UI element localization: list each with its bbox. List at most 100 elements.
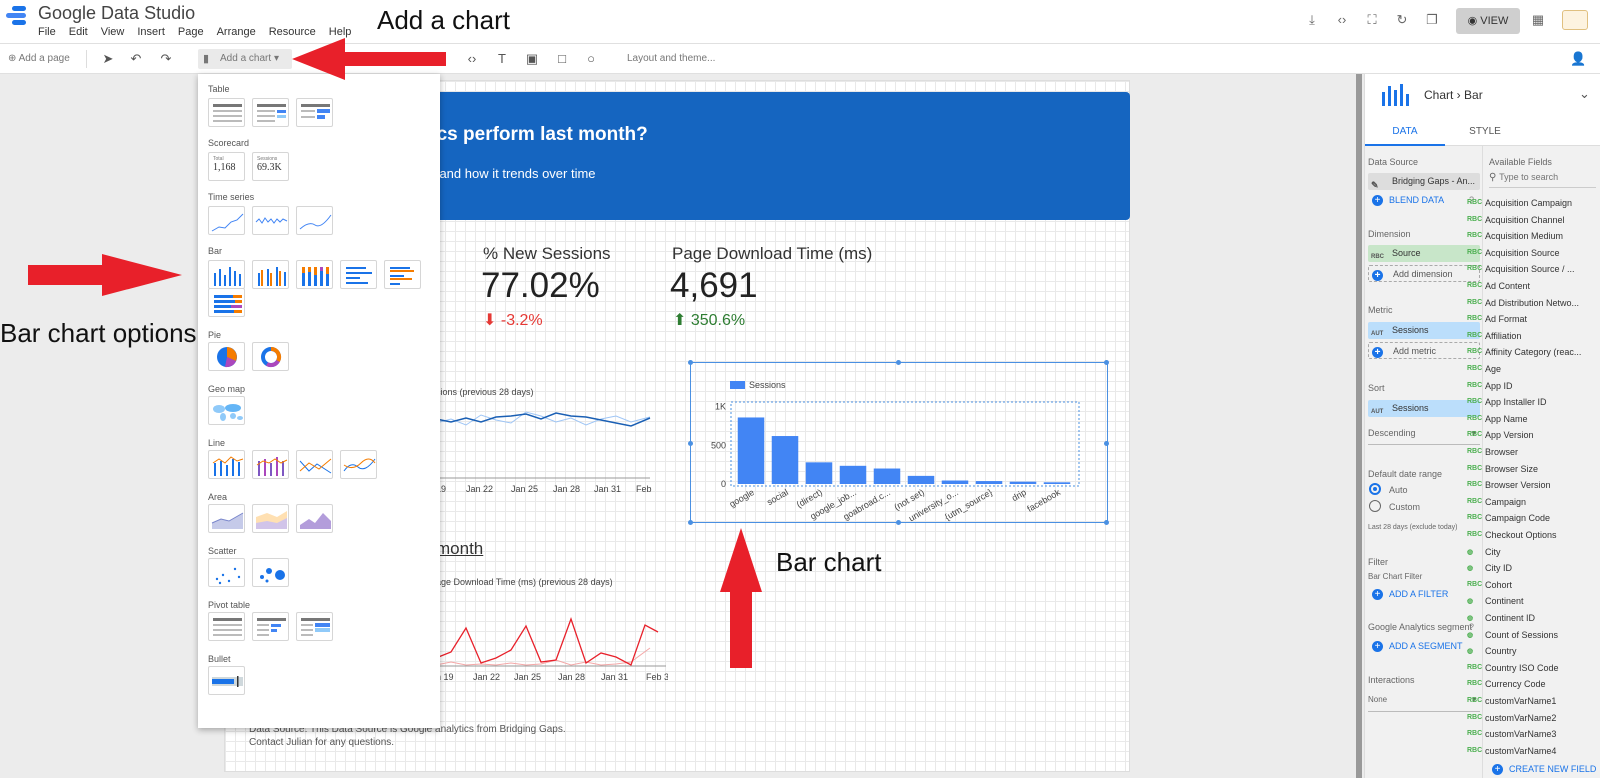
radio-custom[interactable] [1369, 500, 1381, 512]
available-field-item[interactable]: Acquisition Source [1485, 248, 1560, 258]
available-field-item[interactable]: customVarName2 [1485, 713, 1556, 723]
thumb-donut-chart[interactable] [252, 342, 289, 371]
apps-grid-icon[interactable]: ▦ [1530, 12, 1546, 28]
available-field-item[interactable]: Count of Sessions [1485, 630, 1558, 640]
available-field-item[interactable]: customVarName3 [1485, 729, 1556, 739]
menu-edit[interactable]: Edit [69, 26, 88, 38]
thumb-table-bars[interactable] [296, 98, 333, 127]
available-field-item[interactable]: Ad Format [1485, 314, 1527, 324]
thumb-scorecard[interactable]: Sessions 69.3K [252, 152, 289, 181]
data-source-chip[interactable]: ✎ Bridging Gaps - An... [1368, 173, 1480, 190]
radio-auto[interactable] [1369, 483, 1381, 495]
add-filter-button[interactable]: + ADD A FILTER [1372, 589, 1448, 601]
available-field-item[interactable]: customVarName1 [1485, 696, 1556, 706]
refresh-icon[interactable]: ↻ [1394, 12, 1410, 28]
thumb-column-chart[interactable] [208, 260, 245, 289]
available-field-item[interactable]: Campaign [1485, 497, 1526, 507]
available-field-item[interactable]: City ID [1485, 563, 1512, 573]
interactions-select[interactable]: None ▾ [1368, 695, 1480, 712]
available-field-item[interactable]: Ad Distribution Netwo... [1485, 298, 1579, 308]
available-field-item[interactable]: Continent [1485, 596, 1524, 606]
add-page-button[interactable]: ⊕ Add a page [8, 51, 70, 67]
timeseries-sessions-chart[interactable]: 19 Jan 22 Jan 25 Jan 28 Jan 31 Feb 3 [436, 398, 652, 498]
download-icon[interactable]: ⤓ [1304, 12, 1320, 28]
available-field-item[interactable]: Currency Code [1485, 679, 1546, 689]
available-field-item[interactable]: Acquisition Campaign [1485, 198, 1572, 208]
account-avatar[interactable] [1562, 10, 1588, 30]
thumb-table[interactable] [208, 98, 245, 127]
copy-icon[interactable]: ❐ [1424, 12, 1440, 28]
sort-order-select[interactable]: Descending ▾ [1368, 428, 1480, 445]
add-metric-button[interactable]: + Add metric [1368, 342, 1480, 359]
menu-insert[interactable]: Insert [137, 26, 165, 38]
circle-icon[interactable]: ○ [583, 51, 599, 67]
available-field-item[interactable]: App ID [1485, 381, 1513, 391]
thumb-pivot-table-bars[interactable] [252, 612, 289, 641]
thumb-pie-chart[interactable] [208, 342, 245, 371]
available-field-item[interactable]: Continent ID [1485, 613, 1535, 623]
add-chart-button[interactable]: ▮ Add a chart ▾ [198, 49, 292, 69]
bar-chart[interactable]: Sessions 1K5000google social (direct)googl… [690, 362, 1108, 523]
sort-chip[interactable]: AUT Sessions [1368, 400, 1480, 417]
undo-icon[interactable]: ↶ [128, 51, 144, 67]
chevron-down-icon[interactable]: ⌄ [1579, 86, 1590, 102]
available-field-item[interactable]: Affinity Category (reac... [1485, 347, 1581, 357]
canvas-scrollbar[interactable] [1356, 74, 1362, 778]
available-field-item[interactable]: App Version [1485, 430, 1534, 440]
view-button[interactable]: ◉ VIEW [1456, 8, 1520, 34]
field-search-input[interactable] [1499, 172, 1580, 182]
available-field-item[interactable]: City [1485, 547, 1501, 557]
available-field-item[interactable]: Acquisition Medium [1485, 231, 1563, 241]
url-embed-icon[interactable]: ‹› [464, 51, 480, 67]
thumb-stacked-column-chart[interactable] [296, 260, 333, 289]
select-pointer-icon[interactable]: ➤ [100, 51, 116, 67]
available-field-item[interactable]: Country [1485, 646, 1517, 656]
menu-help[interactable]: Help [329, 26, 352, 38]
field-search[interactable]: ⚲ [1489, 172, 1596, 188]
fullscreen-icon[interactable]: ⛶ [1364, 12, 1380, 28]
text-icon[interactable]: T [494, 51, 510, 67]
menu-arrange[interactable]: Arrange [217, 26, 256, 38]
menu-view[interactable]: View [101, 26, 125, 38]
thumb-combo-chart[interactable] [208, 450, 245, 479]
available-field-item[interactable]: Age [1485, 364, 1501, 374]
embed-icon[interactable]: ‹› [1334, 12, 1350, 28]
thumb-stacked-combo-chart[interactable] [252, 450, 289, 479]
tab-data[interactable]: DATA [1365, 118, 1445, 146]
available-field-item[interactable]: Cohort [1485, 580, 1512, 590]
thumb-stacked-area-chart[interactable] [252, 504, 289, 533]
available-field-item[interactable]: Acquisition Channel [1485, 215, 1565, 225]
tab-style[interactable]: STYLE [1445, 118, 1525, 146]
thumb-bar-chart[interactable] [340, 260, 377, 289]
thumb-100-stacked-area-chart[interactable] [296, 504, 333, 533]
available-field-item[interactable]: Campaign Code [1485, 513, 1550, 523]
thumb-grouped-column-chart[interactable] [252, 260, 289, 289]
thumb-stacked-bar-chart[interactable] [208, 288, 245, 317]
thumb-time-series-sparkline[interactable] [252, 206, 289, 235]
thumb-pivot-table[interactable] [208, 612, 245, 641]
redo-icon[interactable]: ↷ [158, 51, 174, 67]
available-field-item[interactable]: Country ISO Code [1485, 663, 1559, 673]
available-field-item[interactable]: App Name [1485, 414, 1528, 424]
thumb-grouped-bar-chart[interactable] [384, 260, 421, 289]
available-field-item[interactable]: Browser Version [1485, 480, 1551, 490]
menu-resource[interactable]: Resource [269, 26, 316, 38]
image-icon[interactable]: ▣ [524, 51, 540, 67]
available-field-item[interactable]: Browser [1485, 447, 1518, 457]
thumb-smooth-line-chart[interactable] [340, 450, 377, 479]
thumb-time-series[interactable] [208, 206, 245, 235]
thumb-bubble-chart[interactable] [252, 558, 289, 587]
menu-page[interactable]: Page [178, 26, 204, 38]
thumb-scatter-chart[interactable] [208, 558, 245, 587]
layout-theme-button[interactable]: Layout and theme... [627, 51, 715, 67]
thumb-geo-map[interactable] [208, 396, 245, 425]
create-new-field-button[interactable]: + CREATE NEW FIELD [1492, 764, 1596, 776]
add-dimension-button[interactable]: + Add dimension [1368, 265, 1480, 282]
add-segment-button[interactable]: + ADD A SEGMENT [1372, 641, 1463, 653]
dimension-chip[interactable]: RBC Source [1368, 245, 1480, 262]
menu-file[interactable]: File [38, 26, 56, 38]
available-field-item[interactable]: Acquisition Source / ... [1485, 264, 1575, 274]
blend-data-button[interactable]: + BLEND DATA [1372, 195, 1444, 207]
thumb-scorecard-compact[interactable]: Total 1,168 [208, 152, 245, 181]
thumb-time-series-smooth[interactable] [296, 206, 333, 235]
